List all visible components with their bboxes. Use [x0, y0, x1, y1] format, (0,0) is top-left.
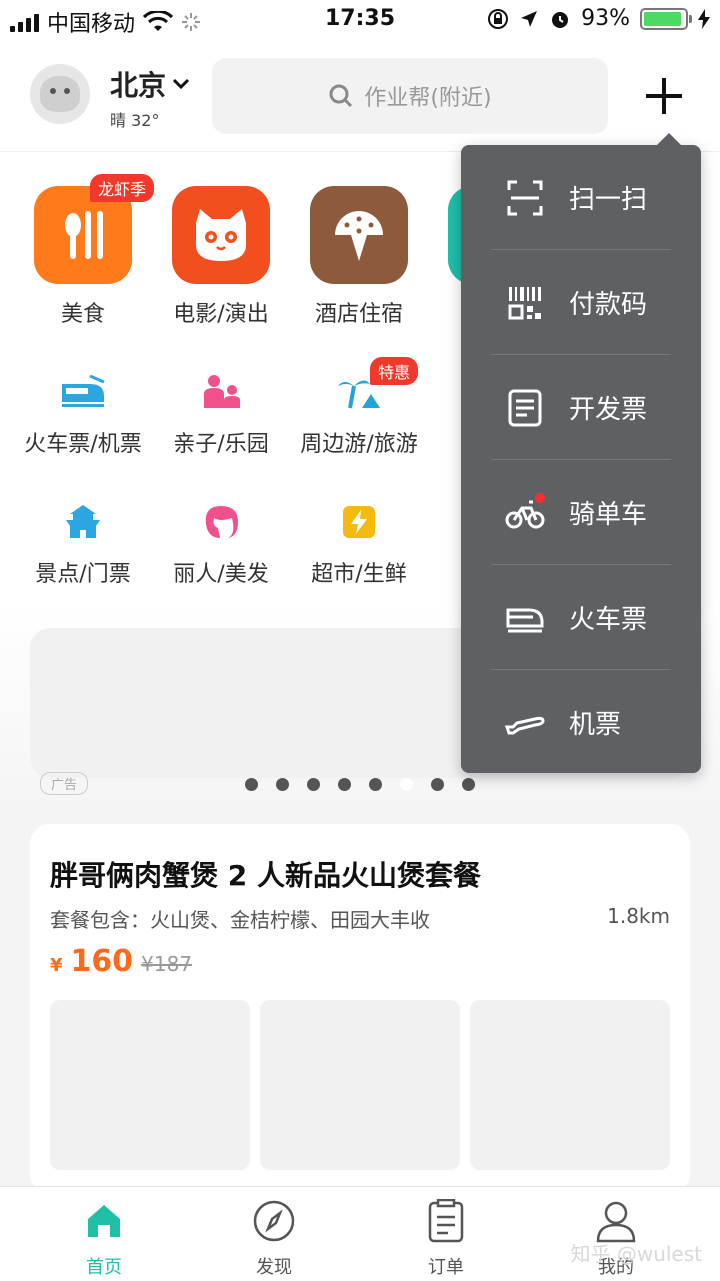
deal-title: 胖哥俩肉蟹煲 2 人新品火山煲套餐	[50, 859, 481, 892]
notification-dot	[535, 492, 545, 503]
location-icon	[521, 10, 538, 27]
menu-item-train-ticket[interactable]: 火车票	[461, 565, 701, 670]
tab-orders[interactable]: 订单	[376, 1197, 516, 1279]
original-price: ¥187	[141, 952, 193, 976]
compass-icon	[204, 1197, 344, 1245]
carousel-dot[interactable]	[245, 778, 258, 791]
carousel-dot[interactable]	[369, 778, 382, 791]
category-movies[interactable]: 电影/演出	[152, 186, 290, 328]
tab-label: 订单	[428, 1257, 464, 1278]
subcategory-label: 丽人/美发	[173, 562, 269, 587]
tab-home[interactable]: 首页	[34, 1197, 174, 1279]
invoice-icon	[503, 386, 547, 430]
promo-badge: 龙虾季	[90, 174, 155, 202]
carousel-dot[interactable]	[462, 778, 475, 791]
subcategory-attractions[interactable]: 景点/门票	[14, 502, 152, 588]
avatar[interactable]	[30, 64, 90, 124]
deal-image[interactable]	[50, 1000, 250, 1170]
menu-item-label: 开发票	[569, 395, 648, 425]
plus-icon	[646, 78, 682, 114]
search-placeholder: 作业帮(附近)	[364, 86, 492, 111]
order-icon	[376, 1197, 516, 1245]
promo-badge: 特惠	[370, 357, 419, 385]
subcategory-label: 火车票/机票	[24, 432, 142, 457]
bike-icon	[503, 491, 547, 535]
battery-icon	[640, 7, 692, 30]
hair-icon	[195, 502, 247, 542]
city-selector[interactable]: 北京	[110, 64, 190, 104]
ad-label: 广告	[40, 772, 89, 795]
deal-image[interactable]	[260, 1000, 460, 1170]
chevron-down-icon	[172, 78, 190, 90]
category-label: 电影/演出	[173, 302, 269, 327]
category-label: 美食	[60, 302, 105, 327]
menu-item-bike[interactable]: 骑单车	[461, 460, 701, 565]
subcategory-label: 周边游/旅游	[300, 432, 418, 457]
lightning-icon	[333, 502, 385, 542]
tab-label: 首页	[86, 1257, 122, 1278]
carousel-dot[interactable]	[431, 778, 444, 791]
weather-label: 晴 32°	[110, 111, 160, 130]
carousel-dot[interactable]	[307, 778, 320, 791]
carousel-dot-active[interactable]	[400, 778, 413, 791]
menu-item-invoice[interactable]: 开发票	[461, 355, 701, 460]
menu-item-payment-code[interactable]: 付款码	[461, 250, 701, 355]
price-value: 160	[70, 944, 134, 979]
deal-card[interactable]: 胖哥俩肉蟹煲 2 人新品火山煲套餐 套餐包含：火山煲、金桔柠檬、田园大丰收 1.…	[30, 824, 690, 1194]
subcategory-label: 超市/生鲜	[311, 562, 407, 587]
subcategory-label: 亲子/乐园	[173, 432, 269, 457]
subcategory-train-plane[interactable]: 火车票/机票	[14, 372, 152, 458]
status-right: 93%	[487, 6, 710, 31]
subcategory-parent-child[interactable]: 亲子/乐园	[152, 372, 290, 458]
quick-action-menu: 扫一扫 付款码 开发票 骑单车 火车票 机票	[461, 133, 701, 775]
tab-discover[interactable]: 发现	[204, 1197, 344, 1279]
menu-item-label: 火车票	[569, 605, 648, 635]
battery-percent: 93%	[581, 6, 630, 31]
menu-item-label: 付款码	[569, 290, 648, 320]
menu-item-label: 骑单车	[569, 500, 648, 530]
status-bar: 中国移动 17:35 93%	[0, 0, 720, 40]
menu-item-label: 机票	[569, 710, 622, 740]
plane-icon	[503, 701, 547, 745]
deal-distance: 1.8km	[607, 904, 670, 928]
carousel-dot[interactable]	[338, 778, 351, 791]
category-food[interactable]: 美食	[14, 186, 152, 328]
alarm-icon	[552, 11, 569, 28]
cat-icon	[172, 186, 270, 284]
add-button[interactable]	[640, 72, 688, 120]
tab-label: 发现	[256, 1257, 292, 1278]
subcategory-supermarket[interactable]: 超市/生鲜	[290, 502, 428, 588]
deal-image[interactable]	[470, 1000, 670, 1170]
battery-fill	[644, 11, 682, 26]
city-label: 北京	[110, 69, 167, 102]
home-icon	[34, 1197, 174, 1245]
price-currency: ¥	[50, 955, 63, 976]
menu-item-scan[interactable]: 扫一扫	[461, 145, 701, 250]
charging-icon	[698, 8, 710, 29]
deal-description: 套餐包含：火山煲、金桔柠檬、田园大丰收	[50, 908, 430, 932]
category-hotel[interactable]: 酒店住宿	[290, 186, 428, 328]
rotation-lock-icon	[488, 8, 509, 29]
parent-child-icon	[195, 372, 247, 412]
barcode-icon	[503, 281, 547, 325]
category-label: 酒店住宿	[314, 302, 403, 327]
carousel-dots[interactable]	[245, 778, 475, 791]
subcategory-beauty[interactable]: 丽人/美发	[152, 502, 290, 588]
search-bar[interactable]: 作业帮(附近)	[212, 58, 608, 134]
train-icon	[503, 596, 547, 640]
deal-price: ¥ 160 ¥187	[50, 944, 192, 979]
carousel-dot[interactable]	[276, 778, 289, 791]
subcategory-label: 景点/门票	[35, 562, 131, 587]
scan-icon	[503, 176, 547, 220]
search-icon	[329, 84, 353, 108]
train-icon	[57, 372, 109, 412]
watermark: 知乎 @wulest	[570, 1242, 702, 1266]
peacock-icon	[310, 186, 408, 284]
temple-icon	[57, 502, 109, 542]
menu-item-label: 扫一扫	[569, 185, 648, 215]
header: 北京 晴 32° 作业帮(附近)	[0, 52, 720, 152]
menu-item-flight[interactable]: 机票	[461, 670, 701, 775]
